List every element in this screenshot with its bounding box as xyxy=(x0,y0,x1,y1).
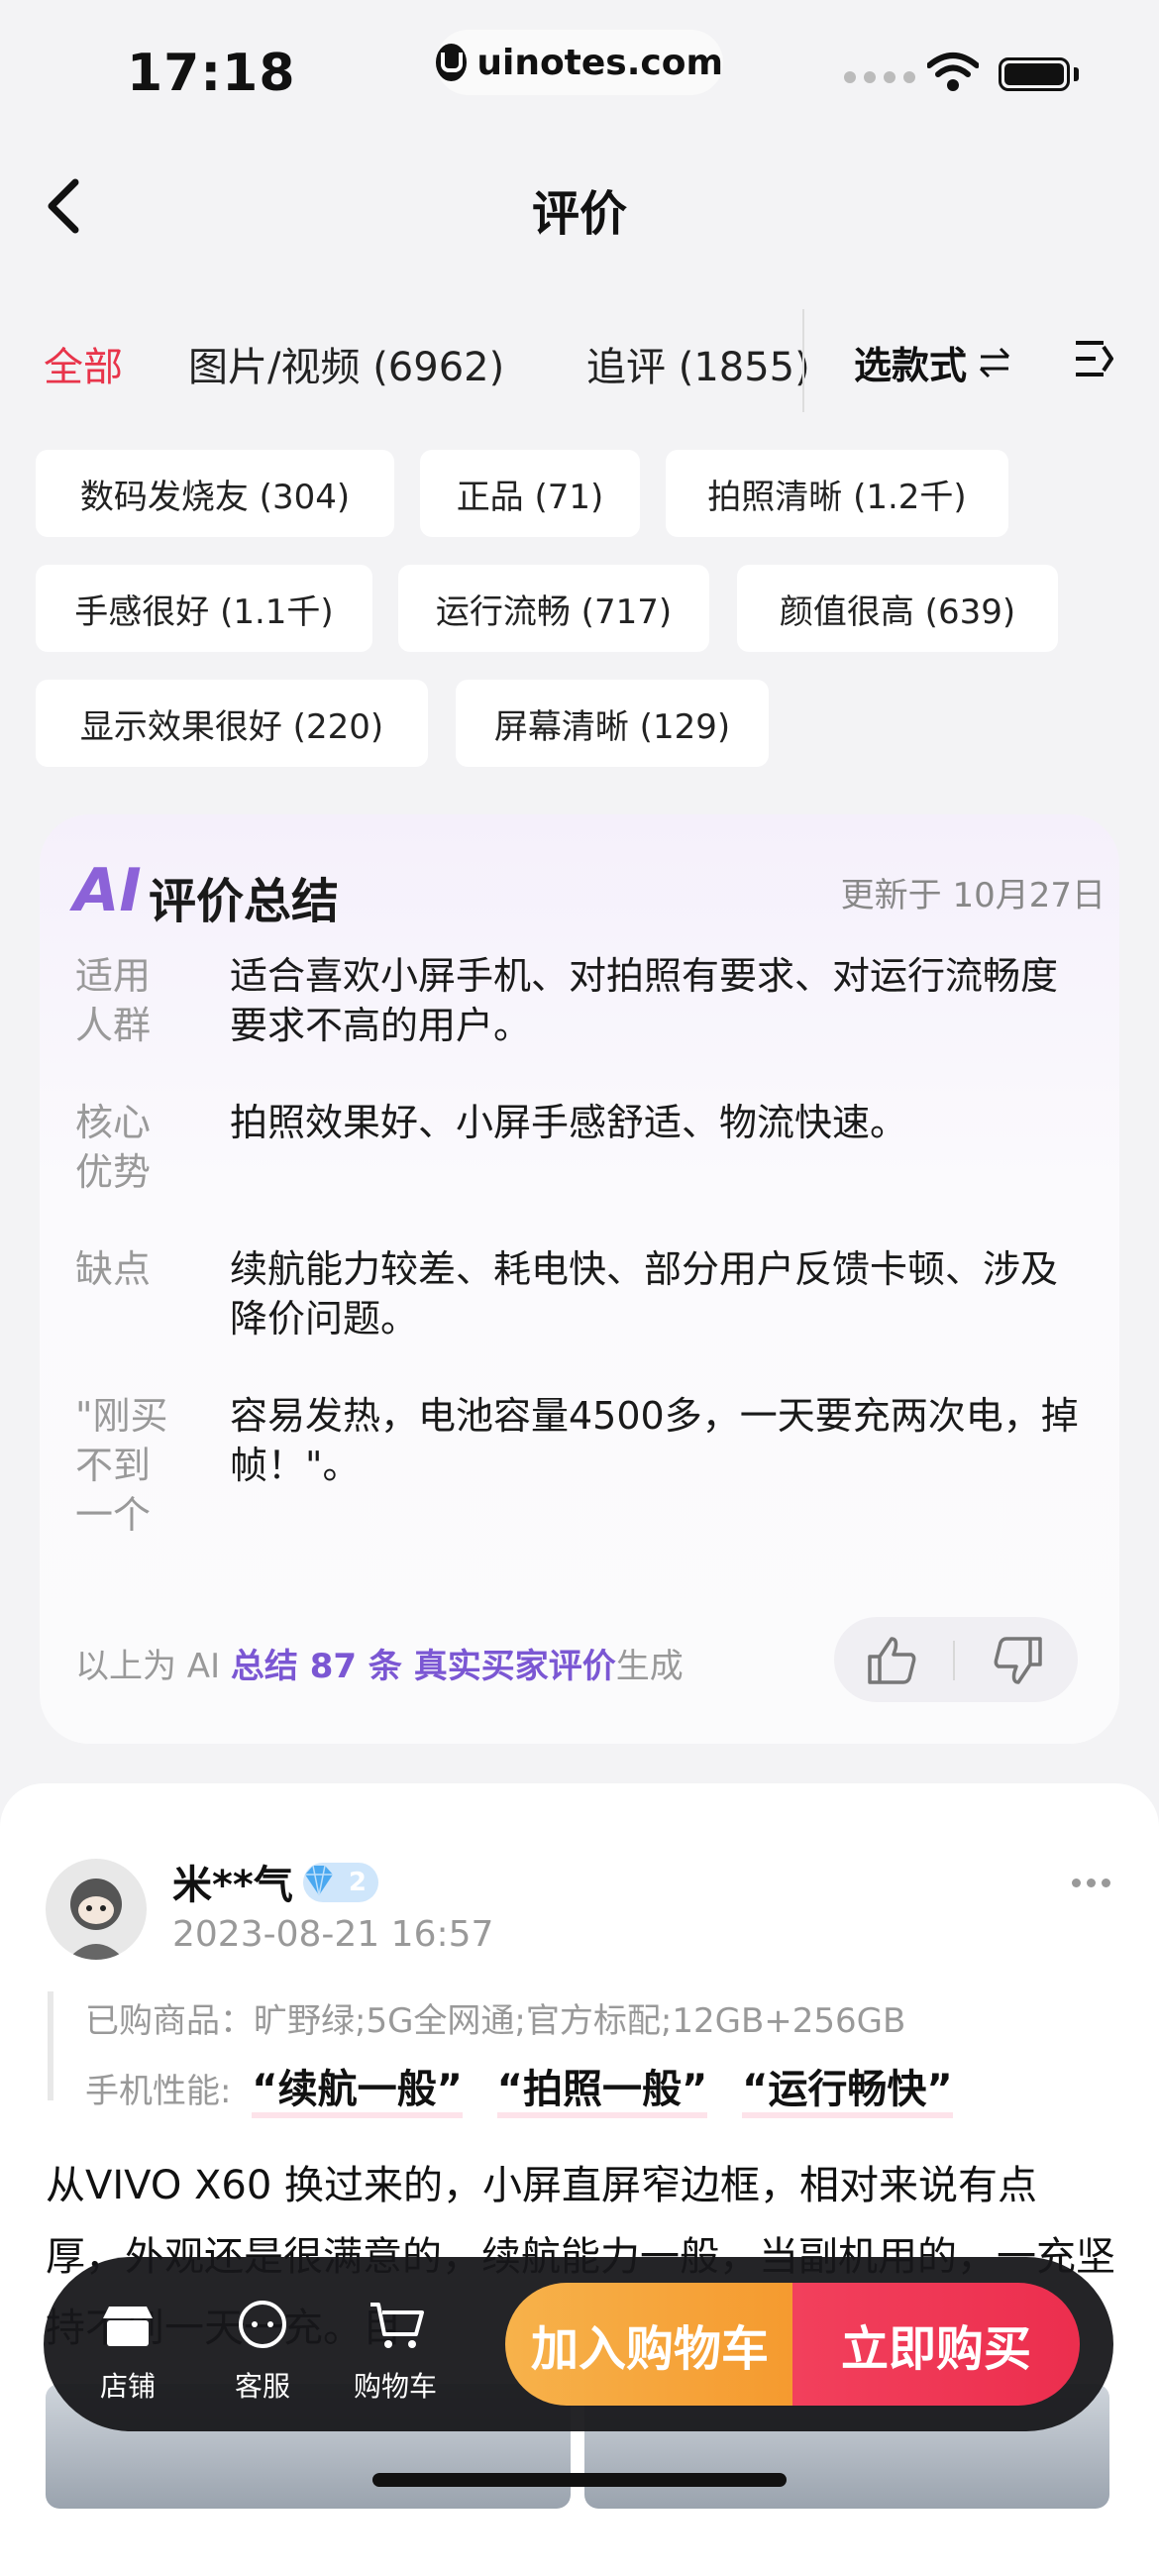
ai-row-text: 拍照效果好、小屏手感舒适、物流快速。 xyxy=(230,1101,908,1144)
performance-label: 手机性能: xyxy=(85,2072,232,2111)
reviewer-name: 米**气 xyxy=(172,1863,293,1908)
url-pill[interactable]: uinotes.com xyxy=(436,30,723,95)
cart-button[interactable]: 购物车 xyxy=(341,2297,450,2405)
page-title: 评价 xyxy=(531,186,627,242)
performance-tag: “续航一般” xyxy=(252,2067,463,2118)
chip-photo-clear[interactable]: 拍照清晰 (1.2千) xyxy=(666,450,1008,537)
avatar[interactable] xyxy=(46,1859,147,1960)
style-select-label: 选款式 xyxy=(854,344,968,387)
cellular-signal-icon xyxy=(844,71,915,83)
tab-divider xyxy=(802,309,804,412)
wifi-icon xyxy=(927,53,979,91)
thumbs-up-icon[interactable] xyxy=(866,1633,919,1686)
ai-updated-date: 更新于 10月27日 xyxy=(840,876,1106,915)
vip-badge: 2 xyxy=(303,1863,378,1902)
battery-tip xyxy=(1074,67,1079,81)
vip-level: 2 xyxy=(348,1868,367,1897)
purchased-label: 已购商品： xyxy=(85,2001,254,2041)
ai-row-text: 适合喜欢小屏手机、对拍照有要求、对运行流畅度要求不高的用户。 xyxy=(230,954,1059,1047)
service-label: 客服 xyxy=(234,2370,290,2403)
filter-icon[interactable] xyxy=(1074,337,1113,380)
ai-row-text: 容易发热，电池容量4500多，一天要充两次电，掉帧！"。 xyxy=(230,1394,1079,1487)
tab-all[interactable]: 全部 xyxy=(44,335,123,392)
chip-smooth[interactable]: 运行流畅 (717) xyxy=(398,565,709,652)
ai-row-text: 续航能力较差、耗电快、部分用户反馈卡顿、涉及降价问题。 xyxy=(230,1247,1059,1341)
performance-row: 手机性能: “续航一般” “拍照一般” “运行畅快” xyxy=(85,2057,953,2118)
diamond-icon xyxy=(305,1865,333,1896)
buy-now-button[interactable]: 立即购买 xyxy=(792,2283,1080,2406)
tab-follow-up[interactable]: 追评 (1855) xyxy=(586,335,810,392)
review-date: 2023-08-21 16:57 xyxy=(172,1914,494,1955)
ai-footer-note: 以上为 AI 总结 87 条 真实买家评价生成 xyxy=(75,1639,684,1687)
performance-tag: “拍照一般” xyxy=(496,2067,708,2118)
service-icon xyxy=(239,2301,286,2348)
url-text: uinotes.com xyxy=(476,42,723,83)
ai-row-label: 适用人群 xyxy=(75,954,152,1047)
chip-digital-fan[interactable]: 数码发烧友 (304) xyxy=(36,450,394,537)
ai-footer-count: 总结 87 条 真实买家评价 xyxy=(230,1647,616,1686)
style-select-button[interactable]: 选款式 xyxy=(854,335,1012,389)
chip-display-good[interactable]: 显示效果很好 (220) xyxy=(36,680,428,767)
chip-genuine[interactable]: 正品 (71) xyxy=(420,450,640,537)
cart-label: 购物车 xyxy=(353,2370,437,2403)
chip-screen-clear[interactable]: 屏幕清晰 (129) xyxy=(456,680,769,767)
ai-footer-suffix: 生成 xyxy=(615,1647,684,1686)
ai-footer-prefix: 以上为 AI xyxy=(75,1647,231,1686)
performance-tag: “运行畅快” xyxy=(742,2067,953,2118)
chip-good-looking[interactable]: 颜值很高 (639) xyxy=(737,565,1058,652)
home-indicator xyxy=(372,2473,787,2487)
status-time: 17:18 xyxy=(127,44,296,103)
meta-bar xyxy=(48,1991,53,2100)
store-label: 店铺 xyxy=(99,2370,156,2403)
lock-icon xyxy=(436,44,468,81)
ai-summary-title: 评价总结 xyxy=(149,874,340,929)
cart-icon xyxy=(370,2303,424,2348)
battery-icon xyxy=(999,57,1070,91)
customer-service-button[interactable]: 客服 xyxy=(208,2297,317,2405)
ai-logo: AI xyxy=(73,856,142,925)
more-options-icon[interactable] xyxy=(1072,1878,1110,1887)
ai-row-label: 核心优势 xyxy=(75,1101,152,1194)
store-button[interactable]: 店铺 xyxy=(73,2297,182,2405)
thumbs-down-icon[interactable] xyxy=(991,1635,1044,1688)
vote-divider xyxy=(953,1641,955,1680)
chip-hand-feel[interactable]: 手感很好 (1.1千) xyxy=(36,565,372,652)
store-icon xyxy=(103,2307,153,2346)
purchased-item: 已购商品：旷野绿;5G全网通;官方标配;12GB+256GB xyxy=(85,1993,905,2042)
ai-row-label: 缺点 xyxy=(75,1247,152,1291)
sort-toggle-icon xyxy=(979,347,1010,377)
add-to-cart-button[interactable]: 加入购物车 xyxy=(505,2283,794,2406)
tab-photos-videos[interactable]: 图片/视频 (6962) xyxy=(188,335,504,392)
ai-row-label: "刚买不到一个 xyxy=(75,1394,168,1537)
purchased-value: 旷野绿;5G全网通;官方标配;12GB+256GB xyxy=(254,2001,906,2041)
